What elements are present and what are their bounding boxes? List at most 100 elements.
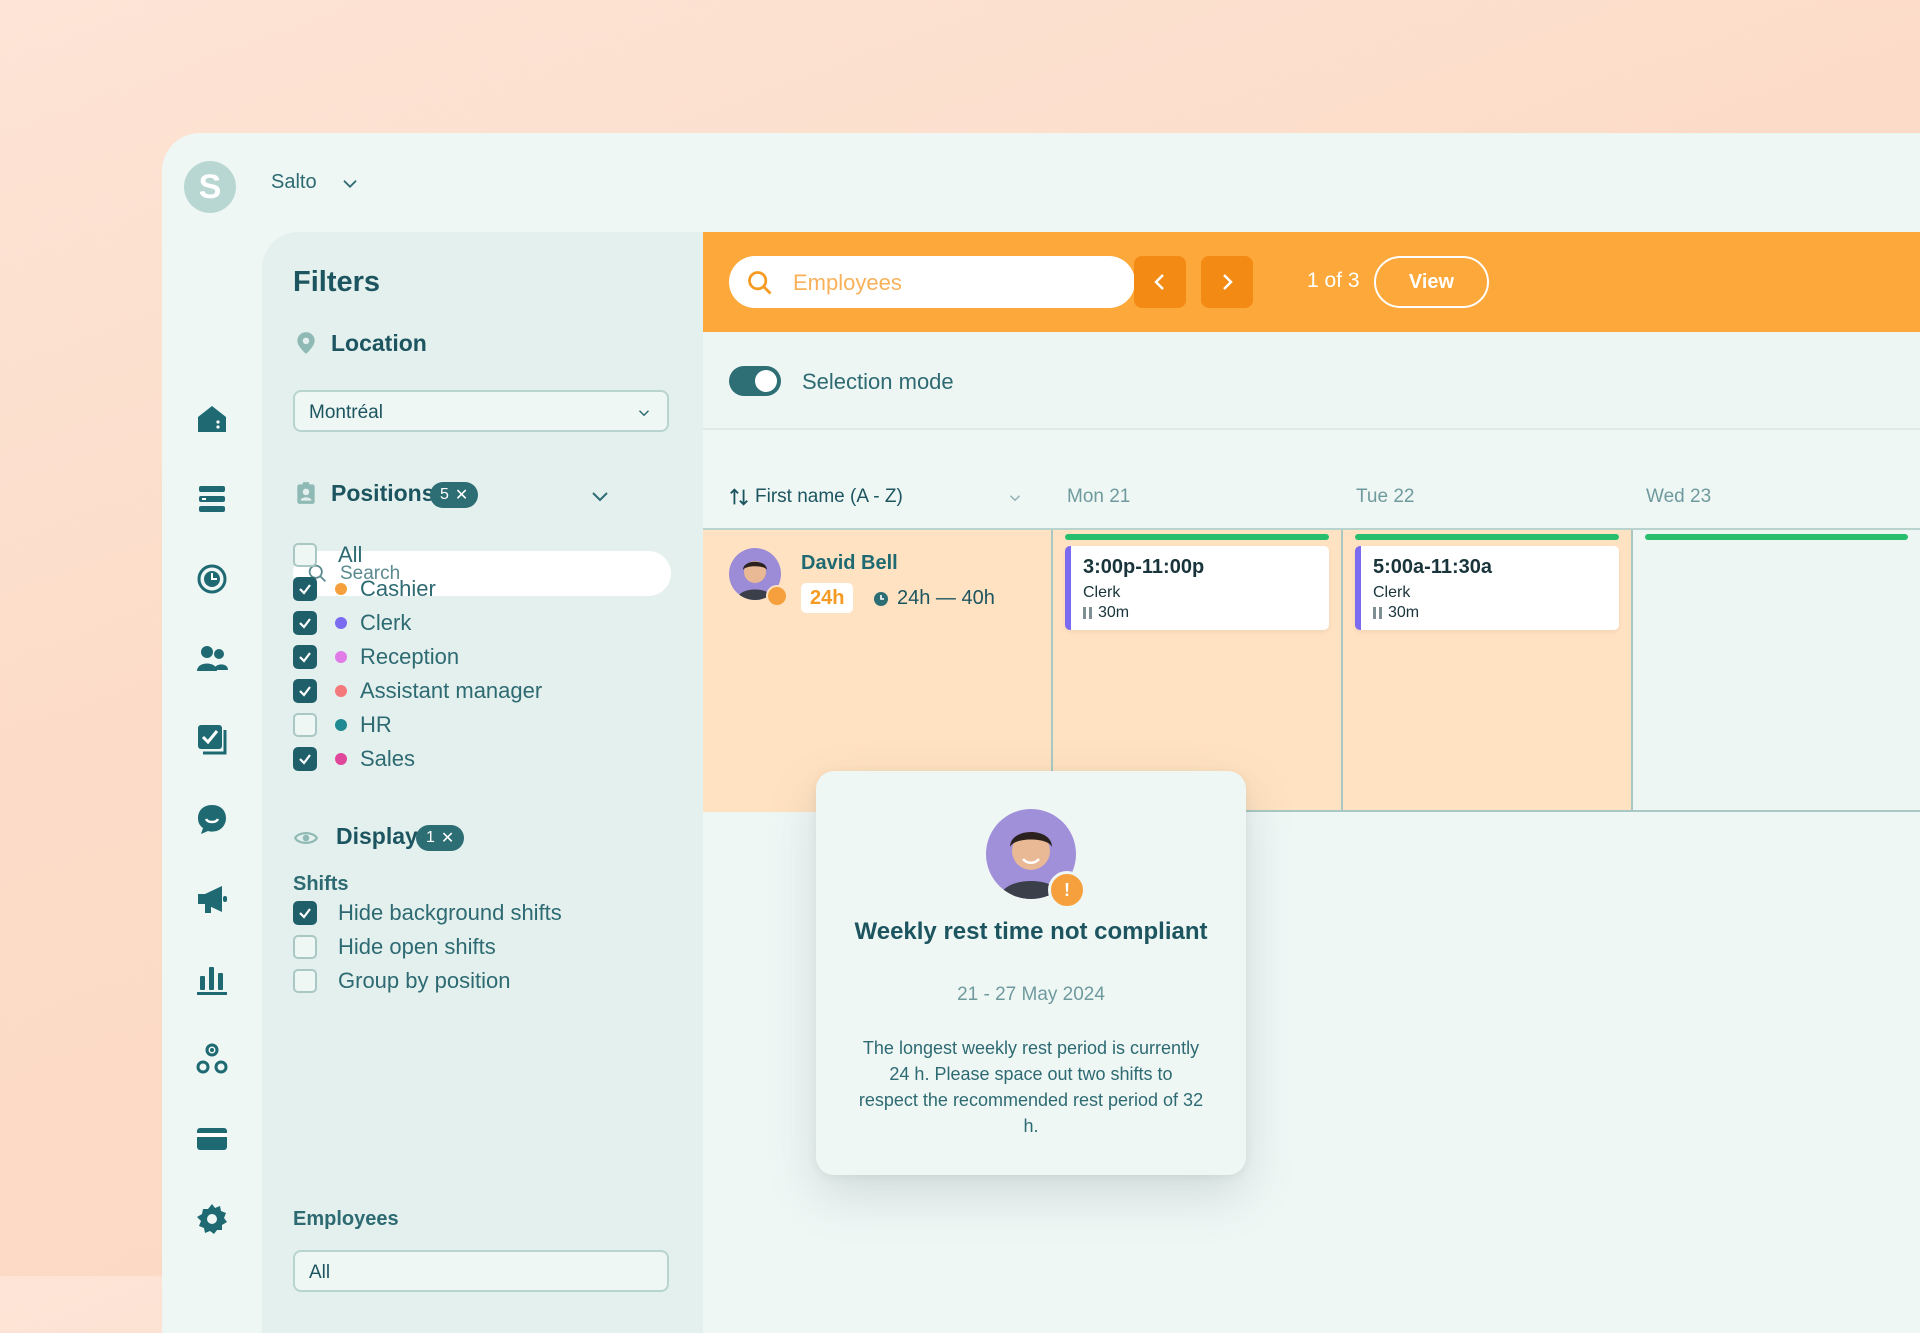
employees-select[interactable]: All	[293, 1250, 669, 1292]
position-checkbox[interactable]	[293, 679, 317, 703]
position-checkbox[interactable]	[293, 713, 317, 737]
sort-icon[interactable]	[728, 486, 750, 508]
eye-icon	[293, 832, 319, 844]
status-dot	[766, 585, 788, 607]
chevron-left-icon	[1154, 274, 1164, 290]
employees-subtitle: Employees	[293, 1208, 399, 1230]
popover-title: Weekly rest time not compliant	[854, 918, 1208, 945]
search-icon	[748, 271, 772, 295]
checklist-icon[interactable]	[192, 719, 232, 759]
card-icon[interactable]	[192, 1119, 232, 1159]
position-checkbox[interactable]	[293, 611, 317, 635]
positions-count: 5	[440, 486, 449, 503]
position-label: Sales	[360, 746, 416, 771]
prev-page-button[interactable]	[1134, 256, 1186, 308]
chat-icon[interactable]	[192, 799, 232, 839]
people-icon[interactable]	[192, 639, 232, 679]
coverage-bar	[1645, 534, 1908, 540]
position-option[interactable]: Clerk	[293, 608, 411, 638]
display-count-badge[interactable]: 1 ✕	[416, 825, 465, 851]
check-icon	[299, 618, 311, 629]
employees-search-input[interactable]: Employees	[729, 256, 1135, 308]
employee-row[interactable]: David Bell 24h 24h — 40h	[703, 530, 1051, 812]
app-window: S Salto Filters Location Montréal Positi…	[162, 133, 1920, 1333]
position-option[interactable]: All	[293, 540, 362, 570]
shift-display-option[interactable]: Group by position	[293, 966, 510, 996]
badge-id-icon	[297, 482, 315, 504]
warning-icon: !	[1048, 871, 1086, 909]
home-icon[interactable]	[192, 399, 232, 439]
schedule-cell-tue[interactable]: 5:00a-11:30a Clerk 30m	[1341, 530, 1631, 812]
shift-option-label: Group by position	[338, 968, 511, 993]
shift-position: Clerk	[1373, 584, 1411, 601]
shift-time: 3:00p-11:00p	[1083, 556, 1205, 578]
shift-option-checkbox[interactable]	[293, 901, 317, 925]
shift-time: 5:00a-11:30a	[1373, 556, 1492, 578]
clock-icon	[874, 591, 888, 606]
position-label: All	[338, 542, 363, 567]
position-label: Cashier	[360, 576, 436, 601]
schedule-header: First name (A - Z) Mon 21 Tue 22 Wed 23	[703, 472, 1920, 530]
day-header-tue: Tue 22	[1356, 486, 1415, 507]
positions-title: Positions	[331, 480, 435, 506]
position-option[interactable]: Reception	[293, 642, 459, 672]
employees-value: All	[309, 1262, 331, 1283]
chevron-down-icon[interactable]	[339, 173, 361, 195]
shift-option-checkbox[interactable]	[293, 935, 317, 959]
schedule-cell-wed[interactable]	[1631, 530, 1920, 812]
hours-range: 24h — 40h	[873, 587, 995, 610]
shift-display-option[interactable]: Hide open shifts	[293, 932, 496, 962]
position-checkbox[interactable]	[293, 543, 317, 567]
clock-icon[interactable]	[192, 559, 232, 599]
day-header-wed: Wed 23	[1646, 486, 1712, 507]
sort-label[interactable]: First name (A - Z)	[755, 486, 903, 508]
check-icon	[299, 754, 311, 765]
bar-chart-icon[interactable]	[192, 959, 232, 999]
employee-name[interactable]: David Bell	[801, 552, 898, 575]
position-label: Reception	[360, 644, 460, 669]
network-icon[interactable]	[192, 1039, 232, 1079]
chevron-down-icon	[638, 410, 650, 417]
page-indicator: 1 of 3	[1307, 269, 1360, 292]
position-color-dot	[335, 651, 347, 663]
location-select[interactable]: Montréal	[293, 390, 669, 432]
chevron-down-icon[interactable]	[1006, 489, 1024, 507]
shift-option-checkbox[interactable]	[293, 969, 317, 993]
shift-card[interactable]: 5:00a-11:30a Clerk 30m	[1355, 546, 1619, 630]
position-option[interactable]: Sales	[293, 744, 415, 774]
positions-count-badge[interactable]: 5 ✕	[430, 482, 479, 508]
filters-panel: Filters Location Montréal Positions 5 ✕ …	[262, 232, 703, 1333]
shift-option-label: Hide open shifts	[338, 934, 496, 959]
popover-body: The longest weekly rest period is curren…	[858, 1038, 1204, 1136]
close-icon[interactable]: ✕	[455, 485, 468, 505]
position-option[interactable]: Cashier	[293, 574, 436, 604]
chevron-right-icon	[1223, 274, 1233, 290]
org-avatar[interactable]: S	[184, 161, 236, 213]
position-option[interactable]: Assistant manager	[293, 676, 542, 706]
position-checkbox[interactable]	[293, 645, 317, 669]
shift-display-option[interactable]: Hide background shifts	[293, 898, 562, 928]
selection-mode-label: Selection mode	[802, 369, 954, 394]
list-icon[interactable]	[192, 479, 232, 519]
megaphone-icon[interactable]	[192, 879, 232, 919]
shift-break-text: 30m	[1388, 604, 1420, 621]
location-pin-icon	[297, 332, 315, 354]
gear-icon[interactable]	[192, 1199, 232, 1239]
position-checkbox[interactable]	[293, 747, 317, 771]
position-option[interactable]: HR	[293, 710, 392, 740]
coverage-bar	[1065, 534, 1329, 540]
position-checkbox[interactable]	[293, 577, 317, 601]
position-color-dot	[335, 617, 347, 629]
view-button[interactable]: View	[1374, 256, 1489, 308]
next-page-button[interactable]	[1201, 256, 1253, 308]
rest-time-warning-popover: ! Weekly rest time not compliant 21 - 27…	[816, 771, 1246, 1175]
schedule-cell-mon[interactable]: 3:00p-11:00p Clerk 30m	[1051, 530, 1341, 812]
pause-icon	[1083, 607, 1092, 619]
org-name[interactable]: Salto	[271, 171, 317, 194]
selection-mode-toggle[interactable]	[729, 366, 781, 396]
position-label: Clerk	[360, 610, 412, 635]
position-color-dot	[335, 719, 347, 731]
chevron-down-icon[interactable]	[588, 484, 612, 508]
close-icon[interactable]: ✕	[441, 828, 454, 848]
shift-card[interactable]: 3:00p-11:00p Clerk 30m	[1065, 546, 1329, 630]
